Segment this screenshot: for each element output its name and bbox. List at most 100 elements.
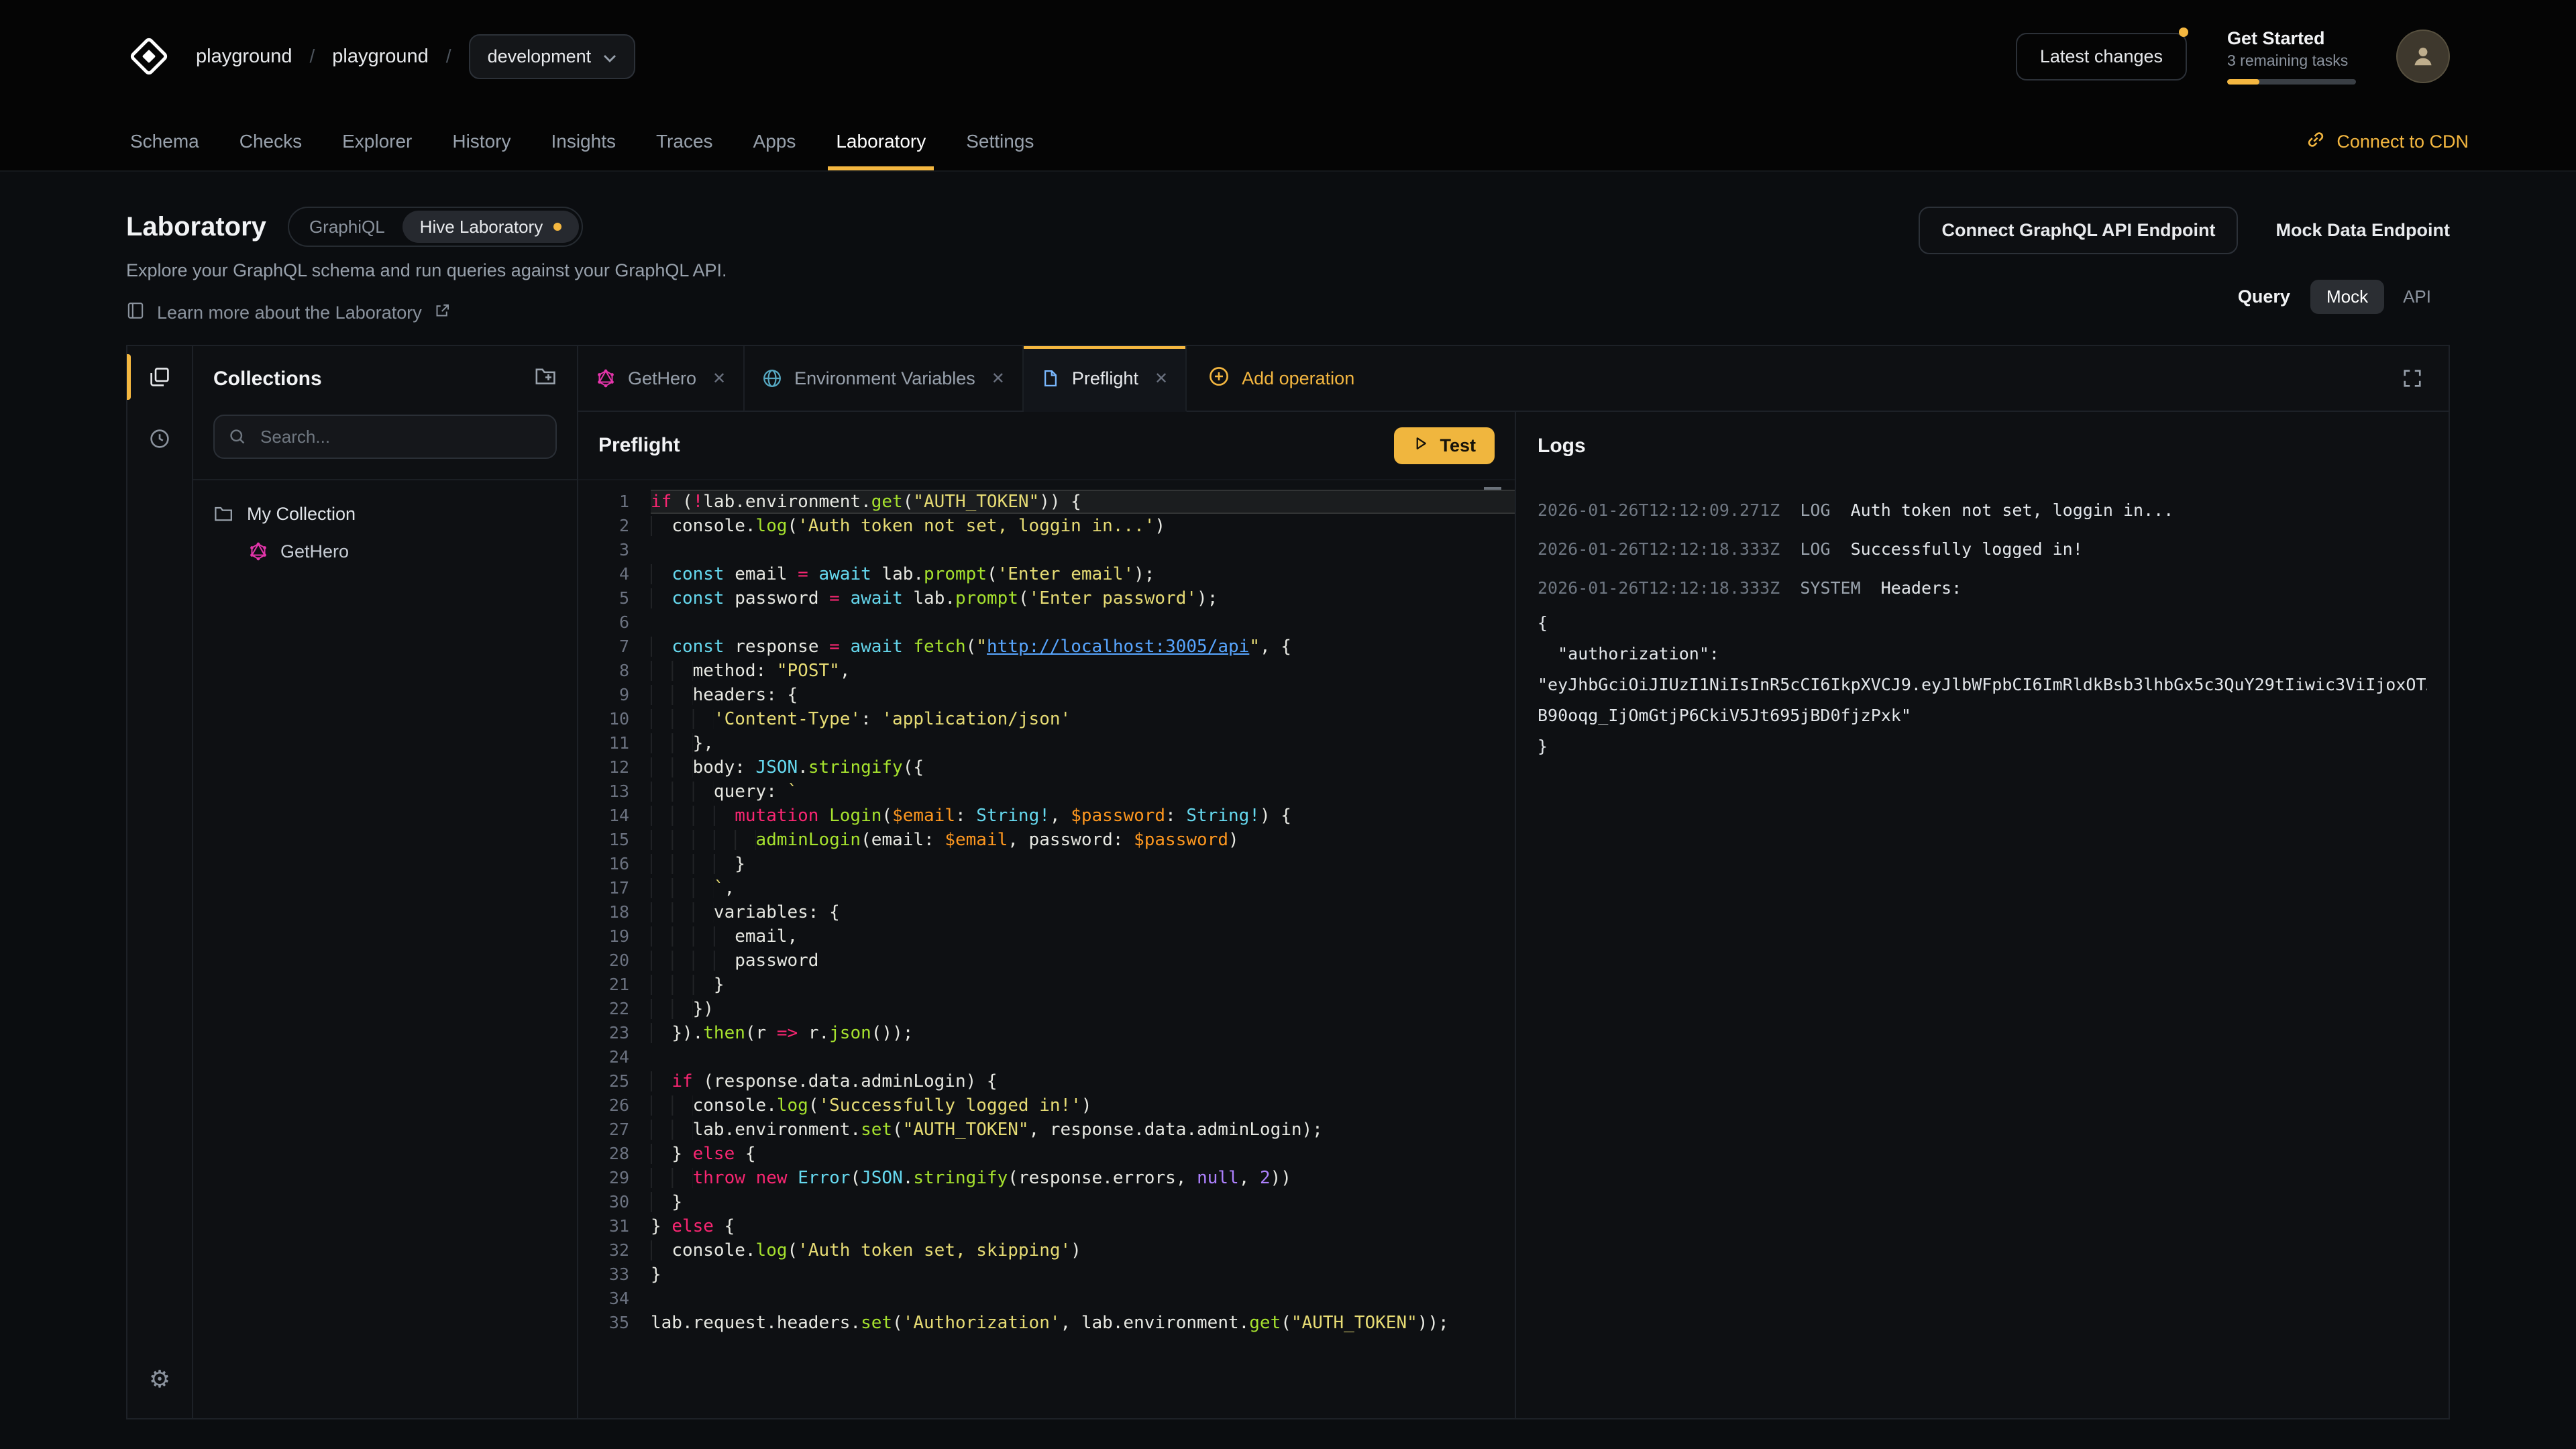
nav-item-explorer[interactable]: Explorer (322, 113, 432, 170)
nav-item-apps[interactable]: Apps (733, 113, 816, 170)
page-title: Laboratory (126, 212, 266, 242)
hive-laboratory-toggle-option[interactable]: Hive Laboratory (402, 211, 580, 243)
code-line: 13 query: ` (578, 780, 1515, 804)
latest-changes-button[interactable]: Latest changes (2016, 33, 2187, 80)
operation-label: GetHero (280, 541, 349, 562)
breadcrumb-separator: / (446, 46, 451, 67)
learn-more-label: Learn more about the Laboratory (157, 303, 422, 323)
top-header: playground / playground / development La… (0, 0, 2576, 172)
line-number: 8 (578, 659, 651, 683)
collection-operation-gethero[interactable]: GetHero (193, 533, 577, 570)
graphiql-toggle-option[interactable]: GraphiQL (292, 211, 402, 243)
logs-pane[interactable]: Logs 2026-01-26T12:12:09.271Z LOG Auth t… (1515, 412, 2449, 1418)
history-panel-button[interactable] (127, 408, 193, 470)
tab-label: Preflight (1072, 368, 1138, 389)
query-label: Query (2238, 286, 2290, 307)
laboratory-mode-toggle: GraphiQL Hive Laboratory (288, 207, 583, 247)
target-selector[interactable]: development (469, 34, 636, 79)
query-mode-mock[interactable]: Mock (2310, 280, 2384, 314)
nav-item-schema[interactable]: Schema (110, 113, 219, 170)
line-number: 9 (578, 683, 651, 707)
main-nav-items: SchemaChecksExplorerHistoryInsightsTrace… (110, 113, 1054, 170)
get-started-widget[interactable]: Get Started 3 remaining tasks (2227, 28, 2356, 85)
line-number: 2 (578, 514, 651, 538)
line-number: 22 (578, 997, 651, 1021)
collections-search (213, 415, 557, 459)
play-icon (1413, 435, 1429, 456)
avatar[interactable] (2396, 30, 2450, 83)
close-icon[interactable]: ✕ (1155, 369, 1168, 388)
editor-header: Preflight Test (578, 412, 1515, 480)
code-line: 24 (578, 1045, 1515, 1069)
collections-sidebar: Collections My Collection GetHero (193, 346, 578, 1418)
tab-gethero[interactable]: GetHero ✕ (578, 346, 745, 412)
add-operation-button[interactable]: Add operation (1187, 346, 1376, 412)
fullscreen-button[interactable] (2390, 356, 2435, 401)
line-number: 6 (578, 610, 651, 635)
scrollbar-marker (1484, 487, 1501, 490)
tab-preflight[interactable]: Preflight ✕ (1024, 346, 1187, 412)
line-number: 30 (578, 1190, 651, 1214)
code-line: 35lab.request.headers.set('Authorization… (578, 1311, 1515, 1335)
mock-endpoint-button[interactable]: Mock Data Endpoint (2275, 220, 2450, 241)
code-line: 3 (578, 538, 1515, 562)
breadcrumb-project[interactable]: playground (332, 46, 429, 68)
page-header: Laboratory GraphiQL Hive Laboratory Expl… (0, 172, 2576, 345)
search-icon (228, 427, 247, 451)
tab-label: GetHero (628, 368, 696, 389)
collection-folder-my-collection[interactable]: My Collection (193, 495, 577, 533)
new-collection-icon[interactable] (534, 365, 557, 393)
folder-label: My Collection (247, 504, 356, 525)
log-raw-line: } (1538, 731, 2427, 762)
code-line: 15 adminLogin(email: $email, password: $… (578, 828, 1515, 852)
line-number: 16 (578, 852, 651, 876)
graphql-icon (596, 368, 616, 388)
nav-item-history[interactable]: History (432, 113, 531, 170)
query-mode-api[interactable]: API (2387, 280, 2447, 314)
page-header-right: Connect GraphQL API Endpoint Mock Data E… (1919, 207, 2450, 345)
code-line: 26 console.log('Successfully logged in!'… (578, 1093, 1515, 1118)
collections-panel-button[interactable] (127, 346, 193, 408)
nav-item-traces[interactable]: Traces (636, 113, 733, 170)
line-number: 17 (578, 876, 651, 900)
line-number: 32 (578, 1238, 651, 1263)
close-icon[interactable]: ✕ (991, 369, 1005, 388)
page-subtitle: Explore your GraphQL schema and run quer… (126, 260, 727, 281)
line-number: 10 (578, 707, 651, 731)
get-started-title: Get Started (2227, 28, 2356, 49)
line-number: 7 (578, 635, 651, 659)
hive-logo[interactable] (126, 34, 172, 79)
status-dot (553, 223, 561, 231)
logs-title: Logs (1538, 435, 1586, 458)
add-operation-label: Add operation (1242, 368, 1354, 389)
tab-label: Environment Variables (794, 368, 975, 389)
nav-item-insights[interactable]: Insights (531, 113, 636, 170)
code-line: 22 }) (578, 997, 1515, 1021)
learn-more-link[interactable]: Learn more about the Laboratory (126, 301, 450, 325)
log-raw-line: { (1538, 608, 2427, 639)
breadcrumb-org[interactable]: playground (196, 46, 292, 68)
collections-header: Collections (193, 346, 577, 412)
close-icon[interactable]: ✕ (712, 369, 726, 388)
line-number: 26 (578, 1093, 651, 1118)
log-raw-line: "eyJhbGciOiJIUzI1NiIsInR5cCI6IkpXVCJ9.ey… (1538, 669, 2427, 700)
folder-icon (213, 504, 233, 524)
code-editor[interactable]: 1if (!lab.environment.get("AUTH_TOKEN"))… (578, 480, 1515, 1418)
breadcrumb: playground / playground / development (196, 34, 635, 79)
preflight-editor-pane: Preflight Test 1if (!lab.environment.get… (578, 412, 1515, 1418)
search-input[interactable] (213, 415, 557, 459)
settings-gear-button[interactable]: ⚙ (127, 1354, 193, 1405)
connect-endpoint-button[interactable]: Connect GraphQL API Endpoint (1919, 207, 2238, 254)
line-number: 20 (578, 949, 651, 973)
connect-cdn-link[interactable]: Connect to CDN (2306, 113, 2469, 170)
nav-item-checks[interactable]: Checks (219, 113, 322, 170)
line-number: 14 (578, 804, 651, 828)
code-line: 18 variables: { (578, 900, 1515, 924)
file-code-icon (1041, 369, 1060, 388)
code-line: 20 password (578, 949, 1515, 973)
nav-item-laboratory[interactable]: Laboratory (816, 113, 946, 170)
nav-item-settings[interactable]: Settings (946, 113, 1054, 170)
tab-environment-variables[interactable]: Environment Variables ✕ (745, 346, 1024, 412)
line-number: 34 (578, 1287, 651, 1311)
test-button[interactable]: Test (1394, 427, 1495, 464)
